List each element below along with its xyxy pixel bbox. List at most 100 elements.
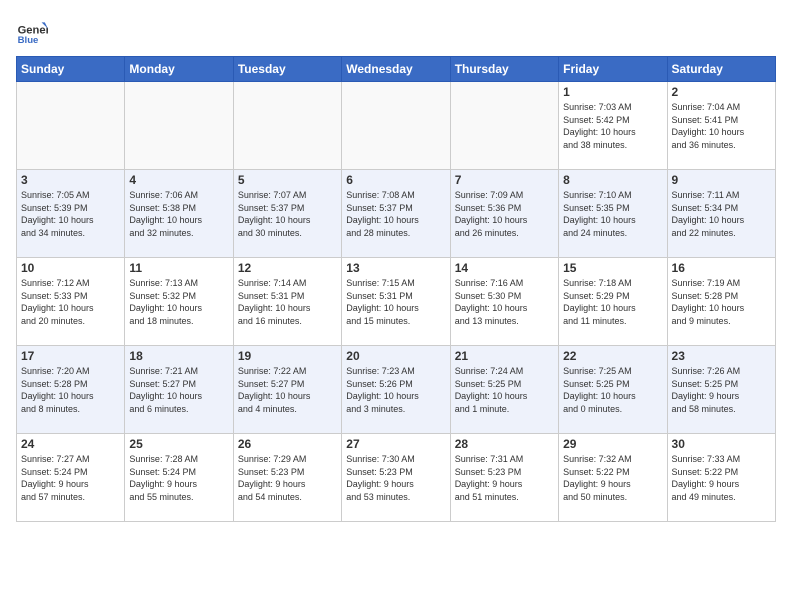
day-number: 26 [238,437,337,451]
day-info: Sunrise: 7:29 AMSunset: 5:23 PMDaylight:… [238,453,337,503]
calendar-cell: 28 Sunrise: 7:31 AMSunset: 5:23 PMDayligh… [450,434,558,522]
calendar-cell: 16 Sunrise: 7:19 AMSunset: 5:28 PMDayligh… [667,258,775,346]
day-info: Sunrise: 7:31 AMSunset: 5:23 PMDaylight:… [455,453,554,503]
day-number: 19 [238,349,337,363]
calendar-cell [125,82,233,170]
day-info: Sunrise: 7:13 AMSunset: 5:32 PMDaylight:… [129,277,228,327]
day-number: 15 [563,261,662,275]
calendar-cell [450,82,558,170]
weekday-header-tuesday: Tuesday [233,57,341,82]
calendar-cell: 15 Sunrise: 7:18 AMSunset: 5:29 PMDayligh… [559,258,667,346]
calendar-week-3: 10Sunrise: 7:12 AMSunset: 5:33 PMDayligh… [17,258,776,346]
day-info: Sunrise: 7:26 AMSunset: 5:25 PMDaylight:… [672,365,771,415]
day-number: 4 [129,173,228,187]
calendar-cell: 11Sunrise: 7:13 AMSunset: 5:32 PMDayligh… [125,258,233,346]
day-info: Sunrise: 7:23 AMSunset: 5:26 PMDaylight:… [346,365,445,415]
day-info: Sunrise: 7:14 AMSunset: 5:31 PMDaylight:… [238,277,337,327]
logo-icon: General Blue [16,16,48,48]
calendar-cell: 12 Sunrise: 7:14 AMSunset: 5:31 PMDayligh… [233,258,341,346]
day-number: 28 [455,437,554,451]
calendar-week-1: 1Sunrise: 7:03 AMSunset: 5:42 PMDaylight… [17,82,776,170]
svg-text:Blue: Blue [18,35,39,46]
page-header: General Blue [16,16,776,48]
day-number: 6 [346,173,445,187]
calendar-cell: 21 Sunrise: 7:24 AMSunset: 5:25 PMDayligh… [450,346,558,434]
day-number: 8 [563,173,662,187]
calendar-cell: 20 Sunrise: 7:23 AMSunset: 5:26 PMDayligh… [342,346,450,434]
day-number: 12 [238,261,337,275]
calendar-cell [17,82,125,170]
day-number: 20 [346,349,445,363]
calendar-cell: 25 Sunrise: 7:28 AMSunset: 5:24 PMDayligh… [125,434,233,522]
calendar-cell: 2 Sunrise: 7:04 AMSunset: 5:41 PMDaylight… [667,82,775,170]
calendar-cell: 27 Sunrise: 7:30 AMSunset: 5:23 PMDayligh… [342,434,450,522]
day-info: Sunrise: 7:15 AMSunset: 5:31 PMDaylight:… [346,277,445,327]
calendar-cell: 13 Sunrise: 7:15 AMSunset: 5:31 PMDayligh… [342,258,450,346]
day-info: Sunrise: 7:28 AMSunset: 5:24 PMDaylight:… [129,453,228,503]
calendar-cell [233,82,341,170]
calendar-cell: 29Sunrise: 7:32 AMSunset: 5:22 PMDayligh… [559,434,667,522]
day-number: 29 [563,437,662,451]
calendar-cell: 18 Sunrise: 7:21 AMSunset: 5:27 PMDayligh… [125,346,233,434]
calendar-cell: 17 Sunrise: 7:20 AMSunset: 5:28 PMDayligh… [17,346,125,434]
calendar-cell: 7 Sunrise: 7:09 AMSunset: 5:36 PMDaylight… [450,170,558,258]
day-info: Sunrise: 7:10 AMSunset: 5:35 PMDaylight:… [563,189,662,239]
day-info: Sunrise: 7:19 AMSunset: 5:28 PMDaylight:… [672,277,771,327]
day-info: Sunrise: 7:18 AMSunset: 5:29 PMDaylight:… [563,277,662,327]
calendar-week-4: 17 Sunrise: 7:20 AMSunset: 5:28 PMDayligh… [17,346,776,434]
calendar-cell: 30Sunrise: 7:33 AMSunset: 5:22 PMDayligh… [667,434,775,522]
weekday-header-wednesday: Wednesday [342,57,450,82]
calendar-week-5: 24Sunrise: 7:27 AMSunset: 5:24 PMDayligh… [17,434,776,522]
day-number: 23 [672,349,771,363]
day-number: 13 [346,261,445,275]
day-number: 22 [563,349,662,363]
day-info: Sunrise: 7:06 AMSunset: 5:38 PMDaylight:… [129,189,228,239]
day-info: Sunrise: 7:05 AMSunset: 5:39 PMDaylight:… [21,189,120,239]
day-info: Sunrise: 7:07 AMSunset: 5:37 PMDaylight:… [238,189,337,239]
day-info: Sunrise: 7:04 AMSunset: 5:41 PMDaylight:… [672,101,771,151]
day-number: 25 [129,437,228,451]
calendar-cell: 9 Sunrise: 7:11 AMSunset: 5:34 PMDaylight… [667,170,775,258]
day-info: Sunrise: 7:12 AMSunset: 5:33 PMDaylight:… [21,277,120,327]
calendar-cell: 1Sunrise: 7:03 AMSunset: 5:42 PMDaylight… [559,82,667,170]
day-info: Sunrise: 7:24 AMSunset: 5:25 PMDaylight:… [455,365,554,415]
calendar-cell: 5 Sunrise: 7:07 AMSunset: 5:37 PMDaylight… [233,170,341,258]
calendar-cell: 6 Sunrise: 7:08 AMSunset: 5:37 PMDaylight… [342,170,450,258]
calendar-cell: 3 Sunrise: 7:05 AMSunset: 5:39 PMDaylight… [17,170,125,258]
calendar-cell: 19 Sunrise: 7:22 AMSunset: 5:27 PMDayligh… [233,346,341,434]
day-info: Sunrise: 7:21 AMSunset: 5:27 PMDaylight:… [129,365,228,415]
calendar-cell [342,82,450,170]
day-number: 18 [129,349,228,363]
weekday-header-sunday: Sunday [17,57,125,82]
day-number: 30 [672,437,771,451]
logo: General Blue [16,16,48,48]
calendar-cell: 24Sunrise: 7:27 AMSunset: 5:24 PMDayligh… [17,434,125,522]
day-number: 3 [21,173,120,187]
day-number: 14 [455,261,554,275]
day-info: Sunrise: 7:09 AMSunset: 5:36 PMDaylight:… [455,189,554,239]
day-number: 7 [455,173,554,187]
weekday-header-monday: Monday [125,57,233,82]
day-number: 27 [346,437,445,451]
day-number: 9 [672,173,771,187]
day-number: 16 [672,261,771,275]
weekday-header-friday: Friday [559,57,667,82]
day-info: Sunrise: 7:22 AMSunset: 5:27 PMDaylight:… [238,365,337,415]
weekday-header-thursday: Thursday [450,57,558,82]
calendar-week-2: 3 Sunrise: 7:05 AMSunset: 5:39 PMDaylight… [17,170,776,258]
day-info: Sunrise: 7:16 AMSunset: 5:30 PMDaylight:… [455,277,554,327]
day-info: Sunrise: 7:25 AMSunset: 5:25 PMDaylight:… [563,365,662,415]
day-info: Sunrise: 7:11 AMSunset: 5:34 PMDaylight:… [672,189,771,239]
calendar-cell: 8 Sunrise: 7:10 AMSunset: 5:35 PMDaylight… [559,170,667,258]
day-number: 1 [563,85,662,99]
day-number: 2 [672,85,771,99]
day-number: 17 [21,349,120,363]
calendar-table: SundayMondayTuesdayWednesdayThursdayFrid… [16,56,776,522]
day-number: 5 [238,173,337,187]
calendar-cell: 23 Sunrise: 7:26 AMSunset: 5:25 PMDayligh… [667,346,775,434]
day-info: Sunrise: 7:30 AMSunset: 5:23 PMDaylight:… [346,453,445,503]
day-info: Sunrise: 7:08 AMSunset: 5:37 PMDaylight:… [346,189,445,239]
day-number: 21 [455,349,554,363]
day-info: Sunrise: 7:20 AMSunset: 5:28 PMDaylight:… [21,365,120,415]
calendar-cell: 26 Sunrise: 7:29 AMSunset: 5:23 PMDayligh… [233,434,341,522]
